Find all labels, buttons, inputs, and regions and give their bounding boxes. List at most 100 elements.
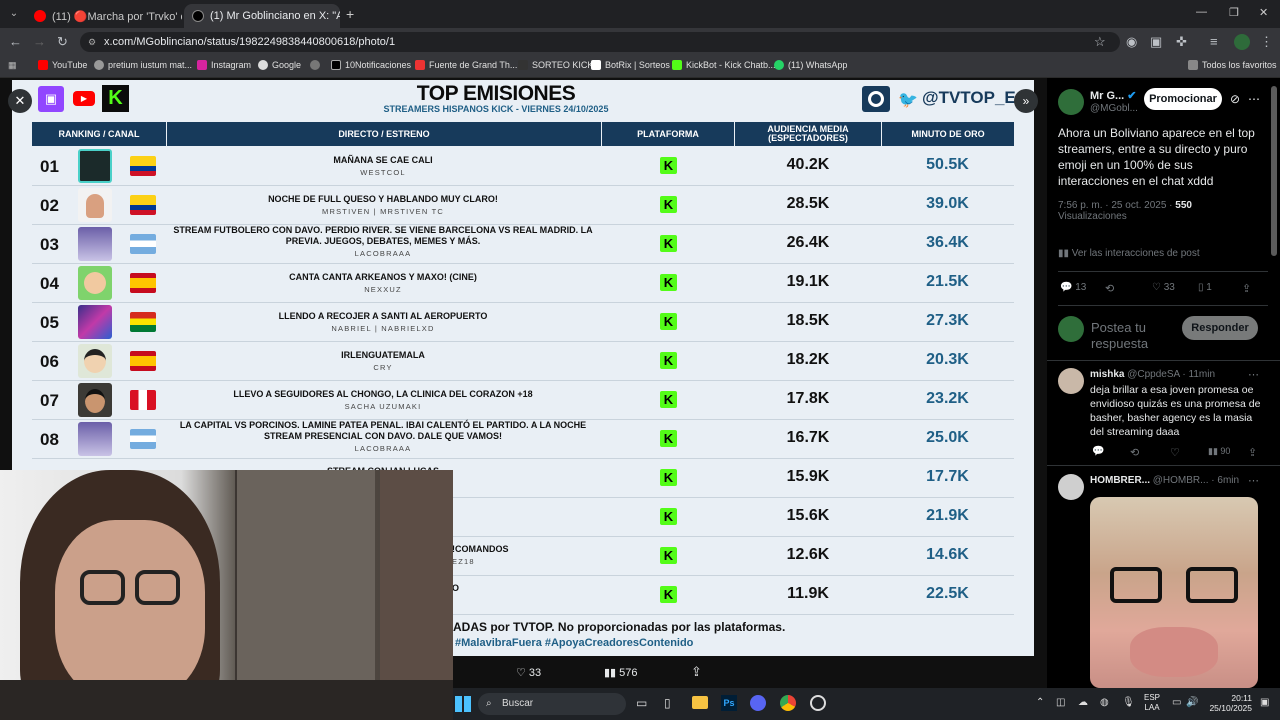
bookmark-gta[interactable]: Fuente de Grand Th... xyxy=(415,60,517,70)
apps-icon[interactable]: ▦ xyxy=(8,60,17,71)
tab-search-icon[interactable]: ⌄ xyxy=(6,6,22,22)
flag-colombia-icon xyxy=(130,156,156,176)
reply-input[interactable]: Postea tu respuesta xyxy=(1091,320,1171,352)
bookmark-sorteo-kick[interactable]: SORTEO KICK xyxy=(518,60,593,70)
x-icon xyxy=(331,60,341,70)
app-icon[interactable]: ▯ xyxy=(664,696,671,710)
avatar[interactable] xyxy=(1058,89,1084,115)
forward-icon[interactable]: → xyxy=(33,34,46,49)
pig-snout xyxy=(1130,627,1218,677)
tray-icon[interactable]: ◫ xyxy=(1056,697,1065,708)
site-icon xyxy=(310,60,320,70)
gold-minute-value: 36.4K xyxy=(926,234,969,251)
task-view-icon[interactable]: ▭ xyxy=(636,696,647,710)
menu-icon[interactable]: ⋮ xyxy=(1260,34,1273,50)
site-info-icon[interactable]: ⚙ xyxy=(88,32,96,52)
bookmark-botrix[interactable]: BotRix | Sorteos xyxy=(591,60,670,70)
avatar[interactable] xyxy=(1058,474,1084,500)
share-icon[interactable]: ⇪ xyxy=(1248,446,1257,459)
extensions-puzzle-icon[interactable]: ✜ xyxy=(1176,34,1187,50)
bookmark-kickbot[interactable]: KickBot - Kick Chatb... xyxy=(672,60,776,70)
bookmark-action[interactable]: ▯ 1 xyxy=(1198,282,1212,293)
instagram-icon xyxy=(197,60,207,70)
file-explorer-icon[interactable] xyxy=(692,696,708,709)
language-indicator[interactable]: ESP LAA xyxy=(1144,693,1160,713)
tab-youtube[interactable]: (11) 🔴Marcha por 'Trvko' en v ✕ xyxy=(26,4,182,28)
more-icon[interactable]: ⋯ xyxy=(1248,368,1259,381)
bookmark-instagram[interactable]: Instagram xyxy=(197,60,251,70)
reply-comment-icon[interactable]: 💬 xyxy=(1092,446,1104,457)
reply-author[interactable]: mishka @CppdeSA · 11min xyxy=(1090,369,1215,380)
views-count[interactable]: ▮▮ 90 xyxy=(1208,446,1230,457)
grok-icon[interactable]: ⊘ xyxy=(1230,92,1240,106)
view-interactions-link[interactable]: ▮▮ Ver las interacciones de post xyxy=(1058,248,1200,259)
window-close-icon[interactable]: ✕ xyxy=(1259,6,1268,19)
bookmark-icon-only[interactable] xyxy=(310,60,324,70)
views-button[interactable]: ▮▮ 576 xyxy=(604,666,638,679)
tab-x[interactable]: (1) Mr Goblinciano en X: "Ahora ✕ xyxy=(184,4,340,28)
chrome-icon[interactable] xyxy=(780,695,796,711)
rank-number: 06 xyxy=(40,352,59,371)
avatar[interactable] xyxy=(1058,368,1084,394)
network-icon[interactable]: ▭ xyxy=(1172,697,1181,708)
more-icon[interactable]: ⋯ xyxy=(1248,92,1260,106)
new-tab-icon[interactable]: + xyxy=(346,6,354,22)
address-bar[interactable]: ⚙ x.com/MGoblinciano/status/198224983844… xyxy=(80,32,1120,52)
extension-icon[interactable]: ◉ xyxy=(1126,34,1137,50)
notifications-icon[interactable]: ▣ xyxy=(1260,697,1269,708)
tweet-text: Ahora un Boliviano aparece en el top str… xyxy=(1058,126,1255,188)
volume-icon[interactable]: 🔊 xyxy=(1186,697,1198,708)
verified-icon: ✔ xyxy=(1127,90,1137,102)
channel-avatar xyxy=(78,266,112,300)
back-icon[interactable]: ← xyxy=(9,34,22,49)
bookmark-10notificaciones[interactable]: 10Notificaciones xyxy=(331,60,411,70)
reply-button[interactable]: Responder xyxy=(1182,316,1258,340)
share-icon[interactable]: ⇪ xyxy=(1242,282,1251,295)
author-handle[interactable]: @MGobl... xyxy=(1090,103,1138,114)
reply-image[interactable] xyxy=(1090,497,1258,688)
author-name[interactable]: Mr G... ✔ xyxy=(1090,89,1137,102)
retweet-icon[interactable]: ⟲ xyxy=(1130,446,1139,459)
bookmark-star-icon[interactable]: ☆ xyxy=(1094,34,1106,50)
bookmark-youtube[interactable]: YouTube xyxy=(38,60,87,70)
photoshop-icon[interactable]: Ps xyxy=(721,695,737,711)
kick-platform-icon: K xyxy=(660,157,677,174)
stream-title: NOCHE DE FULL QUESO Y HABLANDO MUY CLARO… xyxy=(166,194,600,217)
toggle-panel-button[interactable]: » xyxy=(1014,89,1038,113)
discord-icon[interactable] xyxy=(750,695,766,711)
microphone-icon[interactable]: 🎙 xyxy=(1122,697,1135,708)
like-icon[interactable]: ♡ xyxy=(1170,446,1180,459)
extension-icon[interactable]: ▣ xyxy=(1150,34,1162,50)
all-favorites[interactable]: Todos los favoritos xyxy=(1188,60,1277,70)
windows-start-icon[interactable] xyxy=(455,696,471,712)
stream-title: LLEVO A SEGUIDORES AL CHONGO, LA CLINICA… xyxy=(166,389,600,412)
cloud-icon[interactable]: ☁ xyxy=(1078,697,1088,708)
clock[interactable]: 20:11 25/10/2025 xyxy=(1204,693,1252,713)
kick-platform-icon: K xyxy=(660,352,677,369)
profile-avatar[interactable] xyxy=(1234,34,1250,50)
bookmark-whatsapp[interactable]: (11) WhatsApp xyxy=(774,60,847,70)
scrollbar[interactable] xyxy=(1271,86,1277,256)
minimize-icon[interactable]: — xyxy=(1196,6,1207,18)
taskbar-search[interactable]: ⌕ Buscar xyxy=(478,693,626,715)
reply-action[interactable]: 💬 13 xyxy=(1060,282,1086,293)
retweet-icon[interactable]: ⟲ xyxy=(1105,282,1114,295)
more-icon[interactable]: ⋯ xyxy=(1248,474,1259,487)
share-icon[interactable]: ⇪ xyxy=(691,664,702,680)
restore-icon[interactable]: ❐ xyxy=(1229,6,1239,19)
like-button[interactable]: ♡ 33 xyxy=(516,666,541,679)
tray-chevron-icon[interactable]: ⌃ xyxy=(1036,697,1044,708)
channel-name: MRSTIVEN | MRSTIVEN TC xyxy=(322,207,444,216)
reply-author[interactable]: HOMBRER... @HOMBR... · 6min xyxy=(1090,475,1239,486)
like-action[interactable]: ♡ 33 xyxy=(1152,282,1175,293)
reload-icon[interactable]: ↻ xyxy=(57,34,68,50)
bookmark-google[interactable]: Google xyxy=(258,60,301,70)
app-icon[interactable] xyxy=(810,695,826,711)
close-viewer-button[interactable]: ✕ xyxy=(8,89,32,113)
promote-button[interactable]: Promocionar xyxy=(1144,88,1222,110)
reading-list-icon[interactable]: ≡ xyxy=(1210,34,1218,49)
rank-number: 08 xyxy=(40,430,59,449)
bookmark-pretium[interactable]: pretium iustum mat... xyxy=(94,60,192,70)
kick-platform-icon: K xyxy=(660,313,677,330)
tray-icon[interactable]: ◍ xyxy=(1100,697,1109,708)
